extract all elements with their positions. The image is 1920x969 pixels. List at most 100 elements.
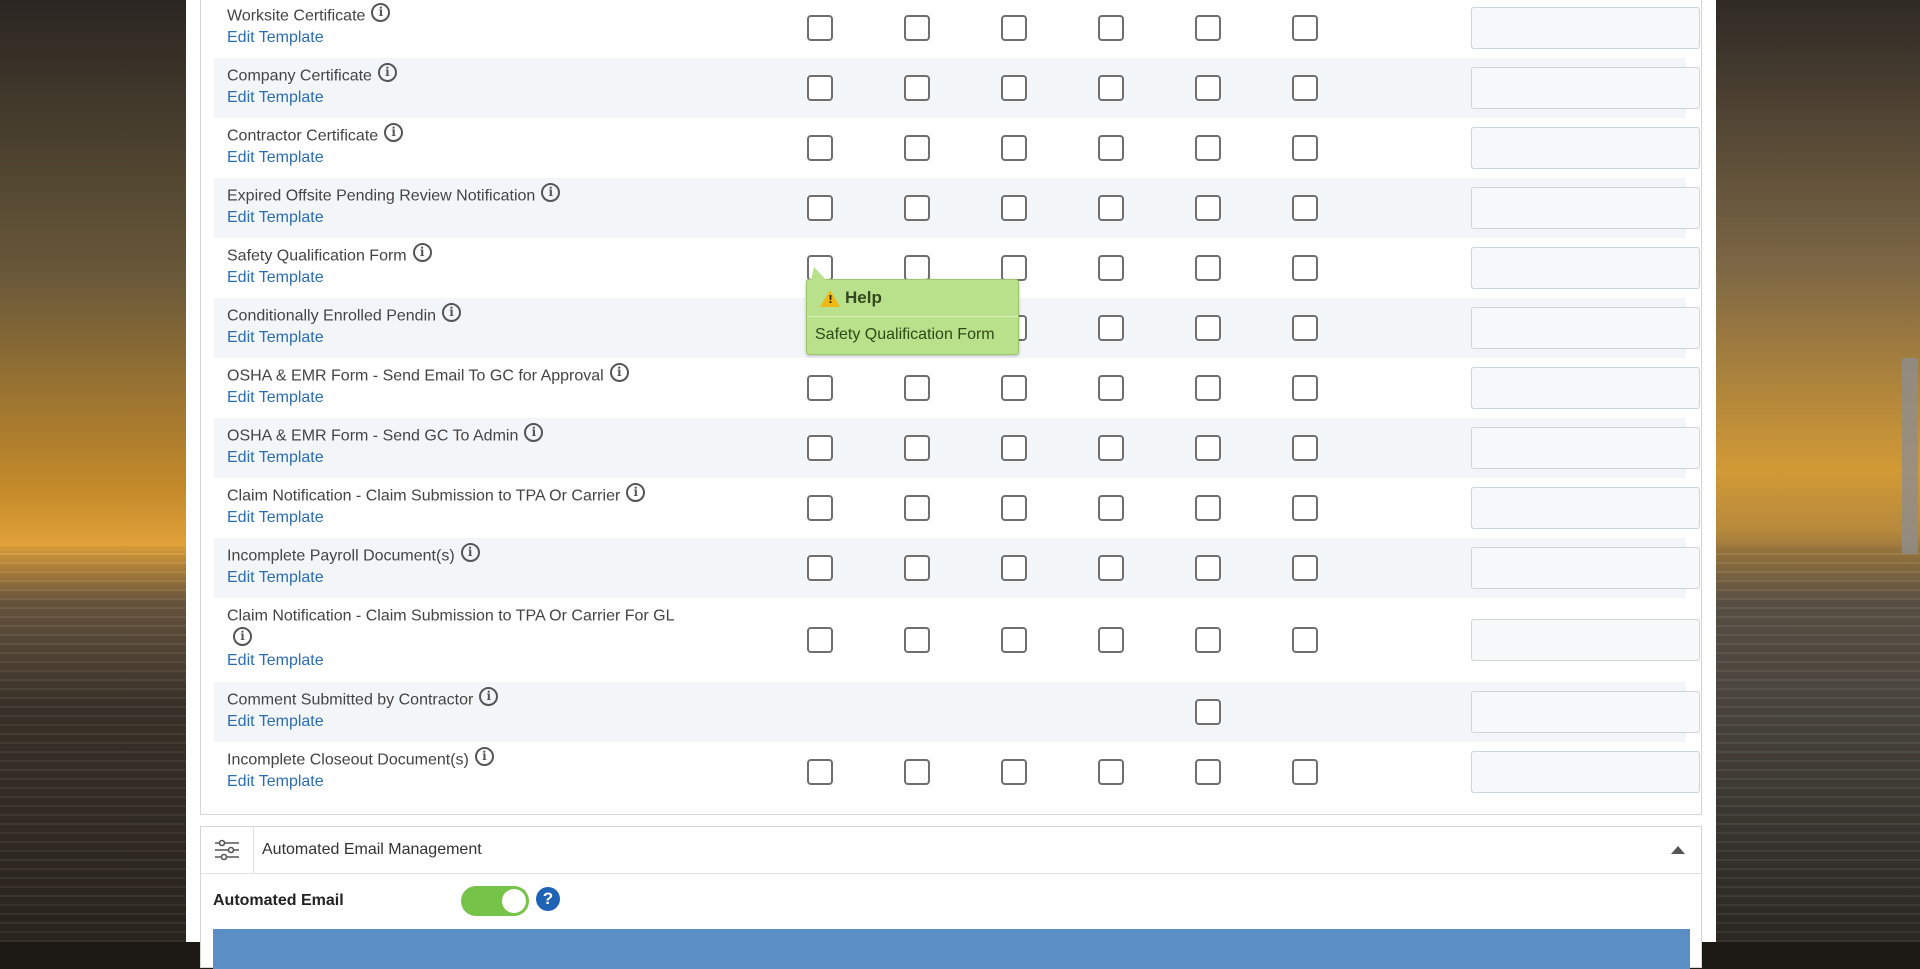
notification-checkbox[interactable] xyxy=(1098,255,1124,281)
notification-checkbox[interactable] xyxy=(807,495,833,521)
notification-checkbox[interactable] xyxy=(1195,699,1221,725)
help-question-icon[interactable]: ? xyxy=(536,887,560,911)
edit-template-link[interactable]: Edit Template xyxy=(227,87,697,109)
notification-checkbox[interactable] xyxy=(1195,555,1221,581)
notification-checkbox[interactable] xyxy=(807,627,833,653)
notification-checkbox[interactable] xyxy=(1195,255,1221,281)
notification-checkbox[interactable] xyxy=(807,375,833,401)
notification-text-input[interactable] xyxy=(1471,487,1700,529)
info-icon[interactable]: i xyxy=(474,747,494,767)
notification-checkbox[interactable] xyxy=(1001,435,1027,461)
notification-checkbox[interactable] xyxy=(1292,75,1318,101)
automated-email-toggle[interactable] xyxy=(461,886,529,916)
notification-checkbox[interactable] xyxy=(1001,759,1027,785)
notification-checkbox[interactable] xyxy=(807,15,833,41)
notification-checkbox[interactable] xyxy=(1098,375,1124,401)
notification-text-input[interactable] xyxy=(1471,67,1700,109)
edit-template-link[interactable]: Edit Template xyxy=(227,771,697,793)
notification-checkbox[interactable] xyxy=(807,195,833,221)
notification-checkbox[interactable] xyxy=(1098,75,1124,101)
notification-checkbox[interactable] xyxy=(1001,555,1027,581)
edit-template-link[interactable]: Edit Template xyxy=(227,267,697,289)
info-icon[interactable]: i xyxy=(460,543,480,563)
notification-checkbox[interactable] xyxy=(1098,195,1124,221)
edit-template-link[interactable]: Edit Template xyxy=(227,387,697,409)
notification-checkbox[interactable] xyxy=(1292,315,1318,341)
edit-template-link[interactable]: Edit Template xyxy=(227,711,697,733)
notification-checkbox[interactable] xyxy=(1292,255,1318,281)
notification-checkbox[interactable] xyxy=(1292,759,1318,785)
notification-checkbox[interactable] xyxy=(1292,435,1318,461)
notification-checkbox[interactable] xyxy=(807,759,833,785)
collapse-caret-icon[interactable] xyxy=(1671,846,1685,854)
info-icon[interactable]: i xyxy=(412,243,432,263)
notification-checkbox[interactable] xyxy=(1292,195,1318,221)
notification-checkbox[interactable] xyxy=(1195,495,1221,521)
notification-checkbox[interactable] xyxy=(904,15,930,41)
edit-template-link[interactable]: Edit Template xyxy=(227,27,697,49)
notification-checkbox[interactable] xyxy=(1292,555,1318,581)
info-icon[interactable]: i xyxy=(479,687,499,707)
notification-checkbox[interactable] xyxy=(1001,135,1027,161)
notification-checkbox[interactable] xyxy=(807,435,833,461)
edit-template-link[interactable]: Edit Template xyxy=(227,207,697,229)
notification-checkbox[interactable] xyxy=(1195,15,1221,41)
notification-checkbox[interactable] xyxy=(1001,495,1027,521)
notification-text-input[interactable] xyxy=(1471,127,1700,169)
notification-checkbox[interactable] xyxy=(1292,495,1318,521)
notification-checkbox[interactable] xyxy=(1292,627,1318,653)
notification-checkbox[interactable] xyxy=(1195,315,1221,341)
notification-checkbox[interactable] xyxy=(1001,255,1027,281)
notification-checkbox[interactable] xyxy=(1195,375,1221,401)
notification-checkbox[interactable] xyxy=(1292,375,1318,401)
edit-template-link[interactable]: Edit Template xyxy=(227,567,697,589)
notification-checkbox[interactable] xyxy=(904,195,930,221)
notification-text-input[interactable] xyxy=(1471,187,1700,229)
notification-text-input[interactable] xyxy=(1471,547,1700,589)
edit-template-link[interactable]: Edit Template xyxy=(227,650,697,672)
edit-template-link[interactable]: Edit Template xyxy=(227,147,697,169)
notification-checkbox[interactable] xyxy=(904,495,930,521)
notification-checkbox[interactable] xyxy=(904,375,930,401)
notification-checkbox[interactable] xyxy=(904,75,930,101)
info-icon[interactable]: i xyxy=(626,483,646,503)
notification-text-input[interactable] xyxy=(1471,247,1700,289)
notification-checkbox[interactable] xyxy=(1098,15,1124,41)
edit-template-link[interactable]: Edit Template xyxy=(227,447,697,469)
notification-checkbox[interactable] xyxy=(1195,75,1221,101)
notification-checkbox[interactable] xyxy=(1098,759,1124,785)
notification-text-input[interactable] xyxy=(1471,7,1700,49)
notification-checkbox[interactable] xyxy=(1098,555,1124,581)
section-header[interactable]: Automated Email Management xyxy=(201,827,1701,874)
scrollbar-thumb[interactable] xyxy=(1902,358,1918,554)
notification-text-input[interactable] xyxy=(1471,367,1700,409)
notification-text-input[interactable] xyxy=(1471,427,1700,469)
edit-template-link[interactable]: Edit Template xyxy=(227,327,697,349)
notification-checkbox[interactable] xyxy=(1098,495,1124,521)
edit-template-link[interactable]: Edit Template xyxy=(227,507,697,529)
notification-checkbox[interactable] xyxy=(1195,759,1221,785)
info-icon[interactable]: i xyxy=(442,303,462,323)
notification-text-input[interactable] xyxy=(1471,751,1700,793)
notification-checkbox[interactable] xyxy=(1001,75,1027,101)
notification-checkbox[interactable] xyxy=(1098,435,1124,461)
notification-checkbox[interactable] xyxy=(904,255,930,281)
notification-checkbox[interactable] xyxy=(904,435,930,461)
notification-checkbox[interactable] xyxy=(904,759,930,785)
notification-checkbox[interactable] xyxy=(1001,15,1027,41)
notification-checkbox[interactable] xyxy=(1001,627,1027,653)
notification-checkbox[interactable] xyxy=(904,555,930,581)
notification-checkbox[interactable] xyxy=(904,627,930,653)
notification-checkbox[interactable] xyxy=(1292,15,1318,41)
info-icon[interactable]: i xyxy=(541,183,561,203)
notification-checkbox[interactable] xyxy=(1292,135,1318,161)
notification-checkbox[interactable] xyxy=(1098,315,1124,341)
notification-checkbox[interactable] xyxy=(904,135,930,161)
info-icon[interactable]: i xyxy=(384,123,404,143)
notification-checkbox[interactable] xyxy=(1195,435,1221,461)
notification-text-input[interactable] xyxy=(1471,307,1700,349)
info-icon[interactable]: i xyxy=(233,626,252,646)
info-icon[interactable]: i xyxy=(377,63,397,83)
info-icon[interactable]: i xyxy=(371,3,391,23)
notification-checkbox[interactable] xyxy=(807,555,833,581)
